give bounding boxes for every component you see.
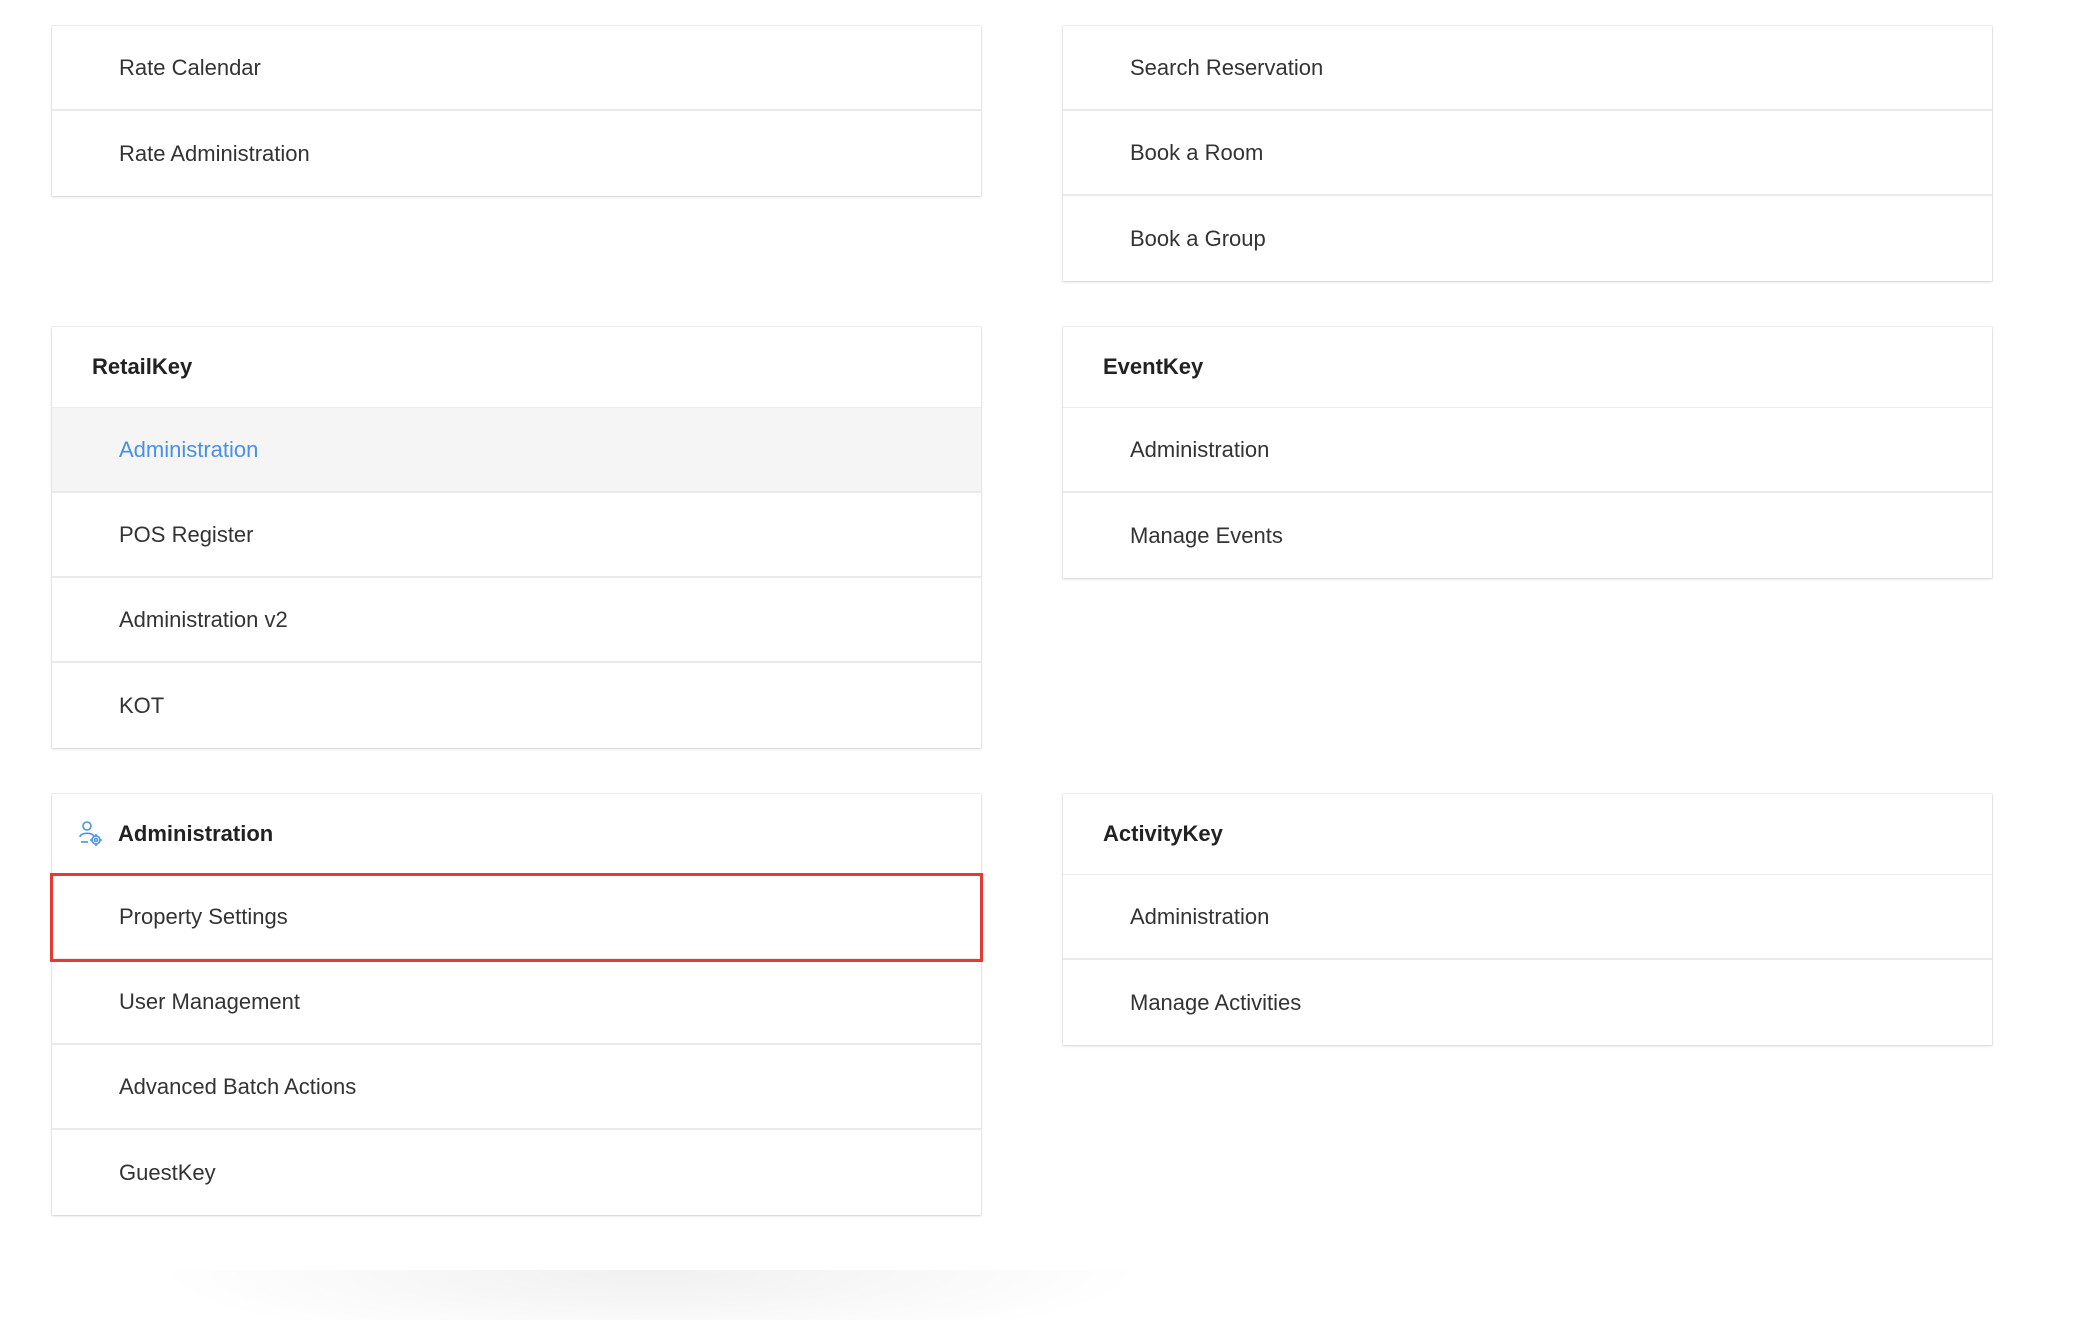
admin-users-icon bbox=[78, 820, 104, 848]
menu-item-retail-administration-v2[interactable]: Administration v2 bbox=[52, 578, 981, 663]
menu-item-guestkey[interactable]: GuestKey bbox=[52, 1130, 981, 1215]
eventkey-card-title: EventKey bbox=[1063, 327, 1992, 408]
menu-item-advanced-batch-actions[interactable]: Advanced Batch Actions bbox=[52, 1045, 981, 1130]
bottom-fade-shadow bbox=[150, 1270, 1150, 1320]
menu-item-property-settings[interactable]: Property Settings bbox=[50, 873, 983, 962]
menu-item-user-management[interactable]: User Management bbox=[52, 960, 981, 1045]
retailkey-card-title: RetailKey bbox=[52, 327, 981, 408]
activitykey-card-title: ActivityKey bbox=[1063, 794, 1992, 875]
menu-item-book-a-group[interactable]: Book a Group bbox=[1063, 196, 1992, 281]
menu-item-event-administration[interactable]: Administration bbox=[1063, 408, 1992, 493]
administration-card-title: Administration bbox=[118, 821, 274, 846]
menu-item-retail-administration[interactable]: Administration bbox=[52, 408, 981, 493]
menu-item-manage-activities[interactable]: Manage Activities bbox=[1063, 960, 1992, 1045]
page: Rate Calendar Rate Administration Search… bbox=[0, 0, 2096, 1320]
administration-card: Administration Property Settings User Ma… bbox=[50, 794, 983, 1215]
activitykey-card: ActivityKey Administration Manage Activi… bbox=[1063, 794, 1992, 1045]
menu-item-rate-administration[interactable]: Rate Administration bbox=[52, 111, 981, 196]
retailkey-card: RetailKey Administration POS Register Ad… bbox=[52, 327, 981, 748]
reservation-card: Search Reservation Book a Room Book a Gr… bbox=[1063, 26, 1992, 281]
rate-card: Rate Calendar Rate Administration bbox=[52, 26, 981, 196]
menu-item-book-a-room[interactable]: Book a Room bbox=[1063, 111, 1992, 196]
menu-item-kot[interactable]: KOT bbox=[52, 663, 981, 748]
menu-item-activity-administration[interactable]: Administration bbox=[1063, 875, 1992, 960]
eventkey-card: EventKey Administration Manage Events bbox=[1063, 327, 1992, 578]
menu-item-rate-calendar[interactable]: Rate Calendar bbox=[52, 26, 981, 111]
menu-item-manage-events[interactable]: Manage Events bbox=[1063, 493, 1992, 578]
administration-card-header: Administration bbox=[52, 794, 981, 875]
menu-item-search-reservation[interactable]: Search Reservation bbox=[1063, 26, 1992, 111]
menu-item-pos-register[interactable]: POS Register bbox=[52, 493, 981, 578]
